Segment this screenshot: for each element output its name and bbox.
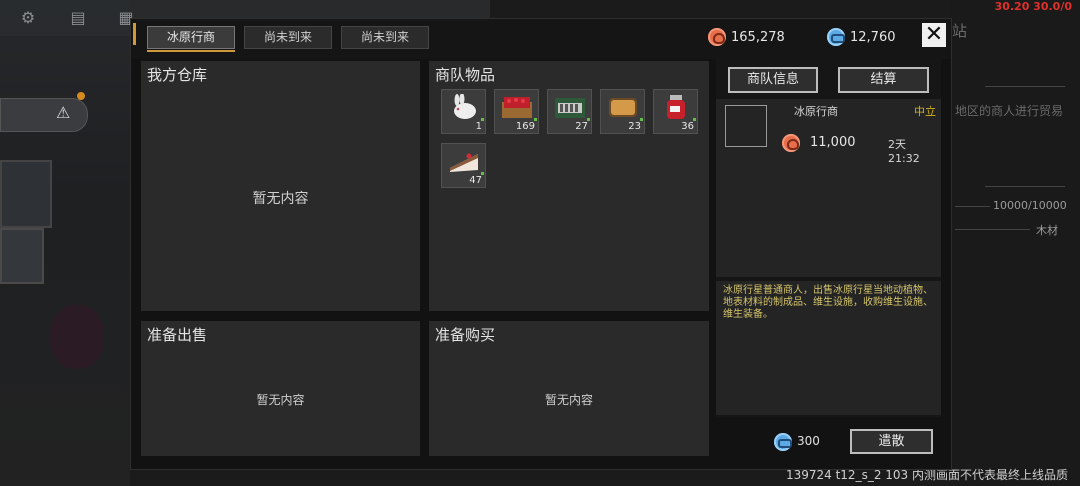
item-count: 1 bbox=[475, 121, 482, 132]
tab-bar: 冰原行商 尚未到来 尚未到来 165,278 12,760 ✕ bbox=[131, 19, 951, 59]
red-coin-icon bbox=[782, 134, 800, 152]
buy-empty-text: 暂无内容 bbox=[544, 393, 593, 407]
divider bbox=[985, 86, 1065, 87]
buy-title: 准备购买 bbox=[435, 326, 496, 344]
item-slot-rabbit[interactable]: 1 bbox=[441, 89, 486, 134]
bg-capacity-text: 10000/10000 bbox=[993, 199, 1067, 212]
item-slot-jam-jar[interactable]: 36 bbox=[653, 89, 698, 134]
berry-crate-icon bbox=[502, 97, 532, 118]
divider bbox=[955, 229, 1030, 230]
blue-coin-icon bbox=[827, 28, 845, 46]
building-tile bbox=[0, 160, 52, 228]
chat-icon[interactable]: ▤ bbox=[68, 8, 88, 28]
trade-dialog: 冰原行商 尚未到来 尚未到来 165,278 12,760 ✕ 我方仓库 暂无内… bbox=[130, 18, 952, 470]
tab-ice-merchant[interactable]: 冰原行商 bbox=[147, 26, 235, 52]
sell-empty-text: 暂无内容 bbox=[256, 393, 305, 407]
red-currency-amount: 165,278 bbox=[731, 29, 785, 45]
close-button[interactable]: ✕ bbox=[922, 23, 946, 47]
divider bbox=[955, 206, 990, 207]
gear-icon[interactable]: ⚙ bbox=[18, 8, 38, 28]
red-currency: 165,278 bbox=[708, 27, 785, 47]
machine-crate-icon bbox=[555, 98, 585, 118]
merchant-price: 11,000 bbox=[810, 135, 856, 150]
rabbit-icon bbox=[454, 94, 476, 119]
settle-button[interactable]: 结算 bbox=[838, 67, 929, 93]
item-count: 36 bbox=[681, 121, 694, 132]
building-tile bbox=[0, 228, 44, 284]
dismiss-button[interactable]: 遣散 bbox=[850, 429, 933, 454]
warning-icon: ⚠ bbox=[56, 103, 71, 122]
dismiss-cost: 300 bbox=[797, 434, 820, 448]
merchant-description-box: 冰原行星普通商人，出售冰原行星当地动植物、地表材料的制成品、维生设施，收购维生设… bbox=[716, 281, 941, 415]
item-count: 27 bbox=[575, 121, 588, 132]
warehouse-panel: 我方仓库 暂无内容 bbox=[141, 61, 420, 311]
bg-right-text: 站 bbox=[952, 22, 968, 40]
tab-not-arrived-2[interactable]: 尚未到来 bbox=[341, 26, 429, 49]
red-coin-icon bbox=[708, 28, 726, 46]
bg-right-text: 地区的商人进行贸易 bbox=[955, 104, 1064, 118]
merchant-avatar bbox=[725, 105, 767, 147]
caravan-info-button[interactable]: 商队信息 bbox=[728, 67, 818, 93]
blue-currency: 12,760 bbox=[827, 27, 896, 47]
cake-slice-icon bbox=[450, 153, 478, 172]
merchant-name: 冰原行商 bbox=[794, 105, 838, 118]
caravan-title: 商队物品 bbox=[435, 66, 496, 84]
tab-accent bbox=[133, 23, 136, 45]
blue-coin-icon bbox=[774, 433, 792, 451]
buy-panel: 准备购买 暂无内容 bbox=[429, 321, 709, 456]
warehouse-empty-text: 暂无内容 bbox=[252, 191, 309, 207]
alert-pill[interactable] bbox=[0, 98, 88, 132]
item-count: 169 bbox=[515, 121, 535, 132]
merchant-time-left: 2天 21:32 bbox=[888, 138, 920, 165]
item-slot-berry-crate[interactable]: 169 bbox=[494, 89, 539, 134]
tree-sprite bbox=[50, 305, 104, 369]
bg-resource-text: 木材 bbox=[1036, 224, 1058, 237]
item-slot-machine-crate[interactable]: 27 bbox=[547, 89, 592, 134]
merchant-description: 冰原行星普通商人，出售冰原行星当地动植物、地表材料的制成品、维生设施，收购维生设… bbox=[723, 285, 933, 320]
item-count: 23 bbox=[628, 121, 641, 132]
divider bbox=[985, 186, 1065, 187]
merchant-stance: 中立 bbox=[914, 105, 936, 118]
sell-title: 准备出售 bbox=[147, 326, 208, 344]
debug-readout: 30.20 30.0/0 bbox=[994, 0, 1072, 13]
blue-currency-amount: 12,760 bbox=[850, 29, 896, 45]
game-scene-right bbox=[950, 0, 1080, 486]
item-slot-cake[interactable]: 47 bbox=[441, 143, 486, 188]
jam-jar-icon bbox=[667, 95, 685, 119]
merchant-card: 冰原行商 中立 11,000 2天 21:32 bbox=[716, 99, 941, 277]
notification-dot bbox=[77, 92, 85, 100]
sell-panel: 准备出售 暂无内容 bbox=[141, 321, 420, 456]
merchant-info-column: 商队信息 结算 冰原行商 中立 11,000 2天 21:32 冰原行星普通商人… bbox=[716, 59, 941, 417]
item-count: 47 bbox=[469, 175, 482, 186]
tab-not-arrived-1[interactable]: 尚未到来 bbox=[244, 26, 332, 49]
bread-icon bbox=[609, 98, 637, 117]
warehouse-title: 我方仓库 bbox=[147, 66, 208, 84]
item-slot-bread[interactable]: 23 bbox=[600, 89, 645, 134]
caravan-panel: 商队物品 1 169 27 23 36 47 bbox=[429, 61, 709, 311]
